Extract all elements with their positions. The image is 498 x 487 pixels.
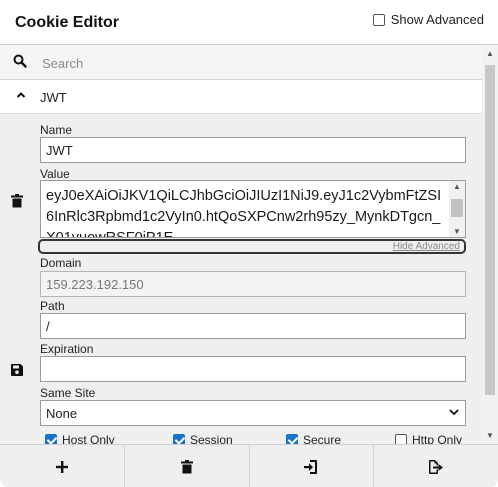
- bottom-toolbar: [0, 444, 498, 487]
- value-scrollbar[interactable]: ▲ ▼: [449, 181, 465, 237]
- cookie-editor-window: Cookie Editor Show Advanced JWT Name Val…: [0, 0, 498, 487]
- advanced-section-bar: Hide Advanced: [38, 239, 466, 254]
- show-advanced-label: Show Advanced: [390, 12, 484, 27]
- page-scroll-up-icon[interactable]: ▲: [486, 49, 494, 58]
- same-site-select[interactable]: None: [40, 400, 466, 426]
- host-only-label: Host Only: [62, 433, 115, 444]
- value-scroll-thumb[interactable]: [451, 199, 463, 217]
- add-cookie-button[interactable]: [0, 445, 125, 487]
- http-only-label: Http Only: [412, 433, 463, 444]
- show-advanced-toggle[interactable]: Show Advanced: [372, 12, 484, 27]
- session-option[interactable]: Session: [173, 433, 233, 444]
- delete-cookie-icon[interactable]: [11, 194, 23, 208]
- cookie-list-item[interactable]: JWT: [0, 80, 482, 114]
- secure-label: Secure: [303, 433, 342, 444]
- delete-all-button[interactable]: [125, 445, 250, 487]
- import-button[interactable]: [250, 445, 375, 487]
- search-input[interactable]: [40, 51, 474, 75]
- search-bar: [0, 45, 482, 80]
- chevron-down-icon: [449, 409, 459, 416]
- search-icon: [13, 54, 27, 68]
- secure-checkbox[interactable]: [286, 434, 298, 444]
- page-scroll-down-icon[interactable]: ▼: [486, 431, 494, 440]
- cookie-name: JWT: [40, 90, 67, 105]
- scroll-up-icon[interactable]: ▲: [453, 182, 461, 191]
- session-label: Session: [190, 433, 233, 444]
- expiration-label: Expiration: [40, 342, 94, 356]
- session-checkbox[interactable]: [173, 434, 185, 444]
- http-only-checkbox[interactable]: [395, 434, 407, 444]
- domain-label: Domain: [40, 256, 82, 270]
- cookie-detail-panel: Name Value eyJ0eXAiOiJKV1QiLCJhbGciOiJIU…: [0, 114, 482, 444]
- import-icon: [304, 459, 318, 474]
- page-scroll-thumb[interactable]: [485, 65, 495, 395]
- domain-field[interactable]: [40, 271, 466, 297]
- app-title: Cookie Editor: [15, 14, 120, 31]
- name-label: Name: [40, 123, 73, 137]
- host-only-checkbox[interactable]: [45, 434, 57, 444]
- value-text[interactable]: eyJ0eXAiOiJKV1QiLCJhbGciOiJIUzI1NiJ9.eyJ…: [46, 186, 446, 237]
- export-button[interactable]: [374, 445, 498, 487]
- host-only-option[interactable]: Host Only: [45, 433, 115, 444]
- path-field[interactable]: [40, 313, 466, 339]
- secure-option[interactable]: Secure: [286, 433, 341, 444]
- name-field[interactable]: [40, 137, 466, 163]
- page-scrollbar[interactable]: ▲ ▼: [482, 45, 498, 444]
- export-icon: [429, 459, 444, 474]
- same-site-label: Same Site: [40, 386, 96, 400]
- cookie-flags: Host Only Session Secure Http Only: [0, 433, 482, 444]
- value-label: Value: [40, 167, 70, 181]
- value-textarea[interactable]: eyJ0eXAiOiJKV1QiLCJhbGciOiJIUzI1NiJ9.eyJ…: [40, 180, 466, 238]
- save-icon[interactable]: [11, 364, 23, 376]
- chevron-up-icon[interactable]: [16, 91, 26, 99]
- http-only-option[interactable]: Http Only: [395, 433, 462, 444]
- plus-icon: [55, 460, 68, 473]
- trash-icon: [180, 459, 193, 473]
- show-advanced-checkbox[interactable]: [372, 13, 385, 26]
- path-label: Path: [40, 299, 65, 313]
- expiration-field[interactable]: [40, 356, 466, 382]
- same-site-value: None: [46, 406, 78, 421]
- hide-advanced-link[interactable]: Hide Advanced: [393, 241, 460, 252]
- header: Cookie Editor Show Advanced: [0, 0, 498, 45]
- scroll-down-icon[interactable]: ▼: [453, 227, 461, 236]
